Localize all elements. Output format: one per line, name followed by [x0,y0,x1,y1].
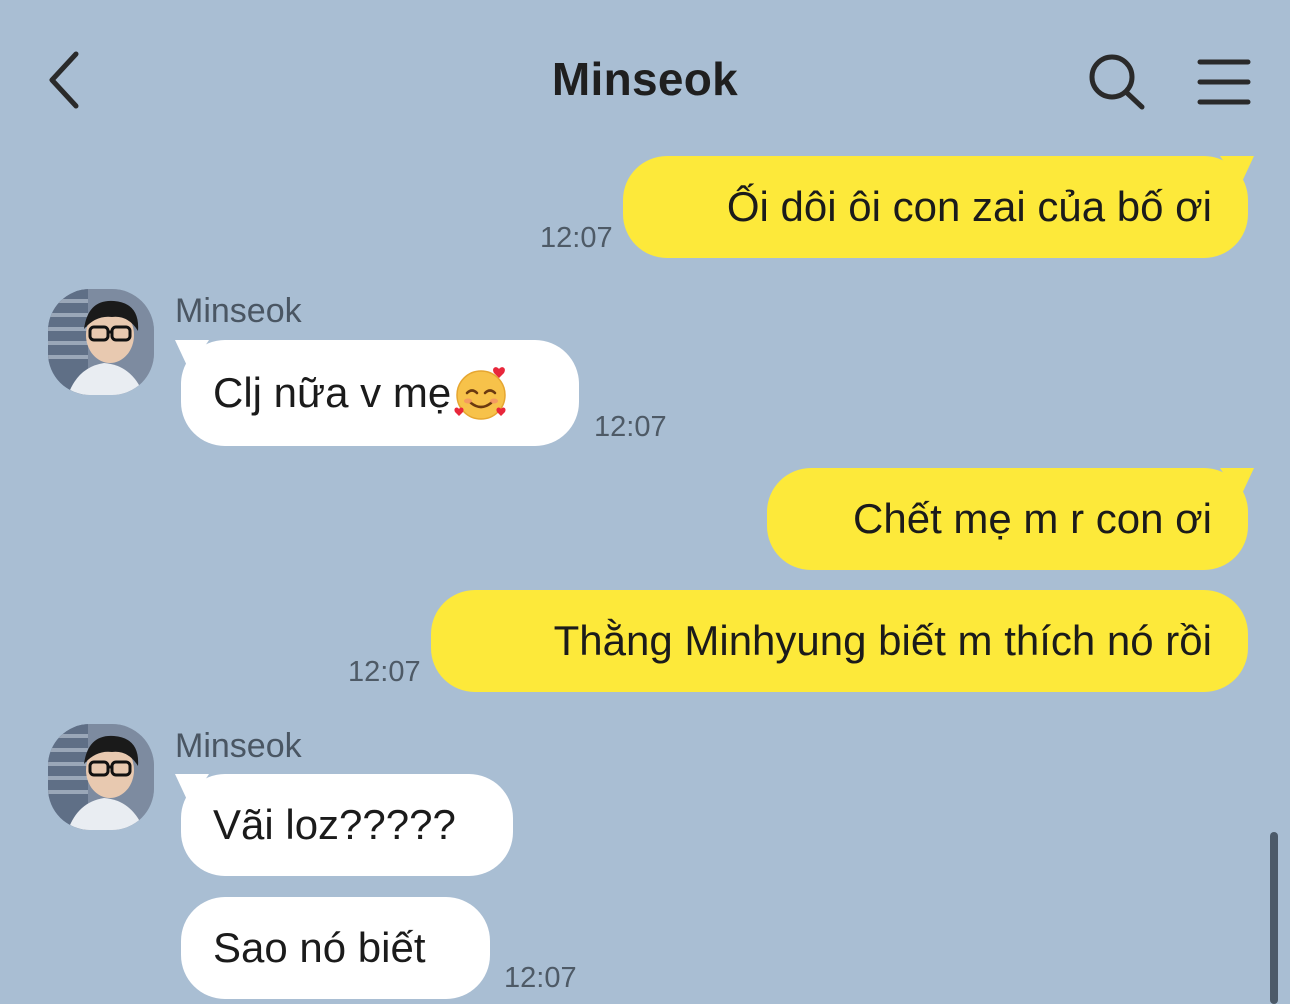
incoming-message-bubble[interactable]: Sao nó biết [181,897,490,999]
hamburger-menu-icon [1197,59,1251,105]
scrollbar[interactable] [1270,832,1278,1004]
outgoing-message-bubble[interactable]: Chết mẹ m r con ơi [767,468,1254,570]
incoming-message-bubble[interactable]: Clj nữa v mẹ [175,340,579,446]
message-text: Clj nữa v mẹ [213,369,452,416]
message-text: Thằng Minhyung biết m thích nó rồi [553,617,1212,664]
search-icon [1089,54,1145,110]
bubble-tail [175,340,209,370]
smiling-face-with-hearts-icon [454,367,506,420]
message-text: Sao nó biết [213,924,426,971]
bubble-tail [175,774,209,804]
avatar-photo [48,724,154,830]
message-time: 12:07 [504,962,577,994]
chat-header: Minseok [0,0,1290,150]
message-time: 12:07 [348,656,421,688]
menu-button[interactable] [1196,56,1252,108]
message-text: Ối dôi ôi con zai của bố ơi [726,183,1212,230]
message-time: 12:07 [540,222,613,254]
message-text: Vãi loz????? [213,801,456,848]
bubble-tail [1220,156,1254,186]
bubble-tail [1220,468,1254,498]
incoming-message-bubble[interactable]: Vãi loz????? [175,774,513,876]
sender-name: Minseok [175,727,302,765]
search-button[interactable] [1085,52,1149,112]
outgoing-message-bubble[interactable]: Thằng Minhyung biết m thích nó rồi [431,590,1248,692]
message-text: Chết mẹ m r con ơi [853,495,1212,542]
outgoing-message-bubble[interactable]: Ối dôi ôi con zai của bố ơi [623,156,1254,258]
sender-name: Minseok [175,292,302,330]
message-time: 12:07 [594,411,667,443]
avatar[interactable] [48,289,154,395]
avatar-photo [48,289,154,395]
avatar[interactable] [48,724,154,830]
